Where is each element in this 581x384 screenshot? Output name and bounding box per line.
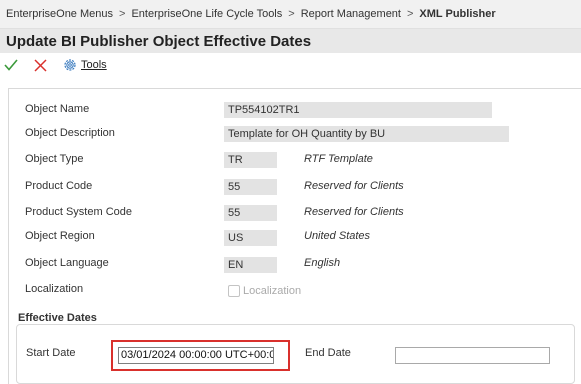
gear-icon: [64, 59, 76, 71]
object-name-field: TP554102TR1: [224, 102, 492, 118]
product-system-code-field: 55: [224, 205, 277, 221]
object-type-label: Object Type: [25, 153, 84, 165]
checkmark-icon: [4, 59, 18, 71]
object-region-description: United States: [304, 230, 371, 242]
product-code-description: Reserved for Clients: [304, 180, 404, 192]
object-name-label: Object Name: [25, 103, 90, 115]
breadcrumb: EnterpriseOne Menus > EnterpriseOne Life…: [0, 0, 581, 29]
object-type-field: TR: [224, 152, 277, 168]
localization-checkbox-label: Localization: [243, 285, 302, 297]
localization-control: Localization: [228, 285, 301, 297]
page-header: Update BI Publisher Object Effective Dat…: [0, 29, 581, 53]
localization-checkbox[interactable]: [228, 285, 240, 297]
object-language-label: Object Language: [25, 257, 109, 269]
tools-label: Tools: [81, 59, 107, 71]
breadcrumb-current: XML Publisher: [419, 8, 496, 20]
breadcrumb-separator: >: [406, 8, 414, 20]
object-type-description: RTF Template: [304, 153, 373, 165]
breadcrumb-item-enterpriseone-menus[interactable]: EnterpriseOne Menus: [6, 8, 113, 20]
product-system-code-label: Product System Code: [25, 206, 132, 218]
breadcrumb-item-report-management[interactable]: Report Management: [301, 8, 401, 20]
object-language-field: EN: [224, 257, 277, 273]
product-code-label: Product Code: [25, 180, 93, 192]
ok-button[interactable]: [3, 57, 19, 73]
start-date-input[interactable]: 03/01/2024 00:00:00 UTC+00:0: [118, 347, 274, 364]
object-description-field: Template for OH Quantity by BU: [224, 126, 509, 142]
end-date-input[interactable]: [395, 347, 550, 364]
breadcrumb-item-life-cycle-tools[interactable]: EnterpriseOne Life Cycle Tools: [131, 8, 282, 20]
start-date-label: Start Date: [26, 347, 76, 359]
object-language-description: English: [304, 257, 341, 269]
breadcrumb-separator: >: [288, 8, 295, 20]
effective-dates-title: Effective Dates: [18, 312, 97, 324]
localization-label: Localization: [25, 283, 84, 295]
cancel-button[interactable]: [32, 57, 48, 73]
end-date-label: End Date: [305, 347, 351, 359]
tools-button[interactable]: Tools: [63, 58, 107, 72]
toolbar: Tools: [0, 53, 581, 77]
object-description-label: Object Description: [25, 127, 115, 139]
product-system-code-description: Reserved for Clients: [304, 206, 404, 218]
close-icon: [33, 58, 47, 72]
page-title: Update BI Publisher Object Effective Dat…: [6, 32, 312, 50]
product-code-field: 55: [224, 179, 277, 195]
breadcrumb-separator: >: [119, 8, 126, 20]
object-region-field: US: [224, 230, 277, 246]
object-region-label: Object Region: [25, 230, 95, 242]
